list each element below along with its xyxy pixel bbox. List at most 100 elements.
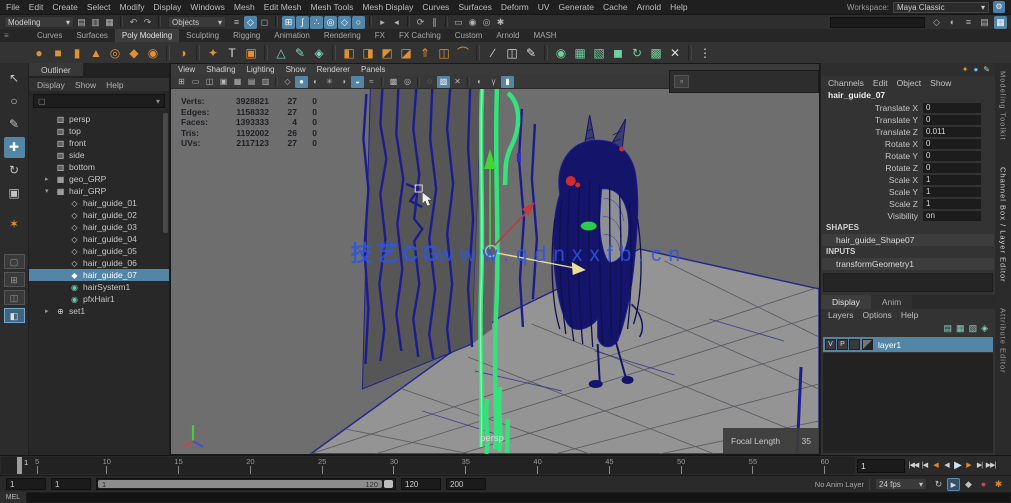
smooth-mesh-icon[interactable]: ◪ xyxy=(397,44,415,62)
field-chart-icon[interactable]: ▦ xyxy=(231,76,244,88)
range-slider-range[interactable]: 1 120 xyxy=(98,480,382,488)
shelf-tab[interactable]: FX xyxy=(368,29,392,42)
menu-item[interactable]: Generate xyxy=(559,2,594,12)
viewport-toolbar-icon[interactable] xyxy=(381,77,384,87)
shelf-collapse-icon[interactable]: ≡ xyxy=(4,31,9,40)
undo-icon[interactable]: ↶ xyxy=(127,16,140,29)
booleans-icon[interactable]: ◧ xyxy=(340,44,358,62)
extrude-icon[interactable]: ⇑ xyxy=(416,44,434,62)
timeline-tick[interactable]: 40 xyxy=(533,457,541,474)
tool-settings-icon[interactable]: ▦ xyxy=(994,16,1007,29)
shelf-icon[interactable] xyxy=(196,45,200,61)
save-scene-icon[interactable]: ▦ xyxy=(103,16,116,29)
xray-icon[interactable]: ▨ xyxy=(437,76,450,88)
poly-cylinder-icon[interactable]: ▮ xyxy=(68,44,86,62)
outliner-tab[interactable]: Outliner xyxy=(29,63,83,76)
new-scene-icon[interactable]: ▤ xyxy=(75,16,88,29)
move-tool-icon[interactable]: ✚ xyxy=(4,137,25,158)
side-tab[interactable]: Attribute Editor xyxy=(999,308,1008,374)
pause-icon[interactable]: ∥ xyxy=(428,16,441,29)
render-settings-icon[interactable]: ✱ xyxy=(494,16,507,29)
paint-select-tool-icon[interactable]: ✎ xyxy=(4,114,25,135)
menu-item[interactable]: File xyxy=(6,2,20,12)
step-forward-frame-button[interactable]: ▶| xyxy=(974,459,985,472)
shadows-icon[interactable]: ◑ xyxy=(337,76,350,88)
type-tool-icon[interactable]: T xyxy=(223,44,241,62)
outliner-scrollbar[interactable] xyxy=(163,113,168,233)
channel-label[interactable]: Visibility xyxy=(887,211,918,221)
layout-outliner-persp-icon[interactable]: ◧ xyxy=(4,308,25,323)
poly-plane-icon[interactable]: ◆ xyxy=(125,44,143,62)
timeline-tick[interactable]: 5 xyxy=(35,457,39,474)
layer-editor-menu-item[interactable]: Options xyxy=(863,310,892,320)
channel-label[interactable]: Scale X xyxy=(889,175,918,185)
outliner-item[interactable]: ▾ ▦ hair_GRP xyxy=(29,185,169,197)
menu-item[interactable]: Arnold xyxy=(637,2,662,12)
menu-item[interactable]: Cache xyxy=(603,2,628,12)
channel-value-field[interactable]: 1 xyxy=(923,199,981,209)
shelf-tab[interactable]: Surfaces xyxy=(69,29,115,42)
step-forward-key-button[interactable]: ▶ xyxy=(963,459,974,472)
layer-editor-menu-item[interactable]: Help xyxy=(901,310,918,320)
viewport-toolbar-icon[interactable] xyxy=(467,77,470,87)
menu-item[interactable]: Surfaces xyxy=(458,2,492,12)
outliner-item[interactable]: ◇ hair_guide_05 xyxy=(29,245,169,257)
channel-value-field[interactable]: 0 xyxy=(923,103,981,113)
snap-to-grid-icon[interactable]: ⊞ xyxy=(282,16,295,29)
outliner-item[interactable]: ◉ hairSystem1 xyxy=(29,281,169,293)
poly-cube-icon[interactable]: ■ xyxy=(49,44,67,62)
timeline-tick[interactable]: 45 xyxy=(605,457,613,474)
menu-item[interactable]: Mesh Display xyxy=(362,2,413,12)
viewport-menu-item[interactable]: Shading xyxy=(206,65,235,74)
anim-layer-label[interactable]: No Anim Layer xyxy=(815,480,864,489)
shelf-icon[interactable] xyxy=(264,45,268,61)
menu-item[interactable]: UV xyxy=(538,2,550,12)
exposure-icon[interactable]: ◐ xyxy=(473,76,486,88)
shelf-tab[interactable]: Rendering xyxy=(317,29,368,42)
resolution-gate-icon[interactable]: ◫ xyxy=(203,76,216,88)
channel-value-field[interactable]: 1 xyxy=(923,187,981,197)
bridge-icon[interactable]: ⌒ xyxy=(454,44,472,62)
lasso-tool-icon[interactable]: ○ xyxy=(4,91,25,112)
outliner-item[interactable]: ◇ hair_guide_04 xyxy=(29,233,169,245)
shelf-icon[interactable] xyxy=(544,45,548,61)
safe-title-icon[interactable]: ▥ xyxy=(259,76,272,88)
menu-item[interactable]: Mesh xyxy=(234,2,255,12)
shelf-icon[interactable] xyxy=(166,45,170,61)
use-all-lights-icon[interactable]: ✳ xyxy=(323,76,336,88)
outliner-item[interactable]: ▥ side xyxy=(29,149,169,161)
range-slider-bar[interactable]: 1 120 xyxy=(96,478,396,490)
step-back-frame-button[interactable]: |◀ xyxy=(919,459,930,472)
grid-icon[interactable]: ⊞ xyxy=(175,76,188,88)
snap-to-projected-center-icon[interactable]: ◎ xyxy=(324,16,337,29)
gamma-icon[interactable]: γ xyxy=(487,76,500,88)
channel-value-field[interactable]: 0 xyxy=(923,163,981,173)
step-back-key-button[interactable]: ◀ xyxy=(930,459,941,472)
sculpt-sphere-icon[interactable]: ◑ xyxy=(174,44,192,62)
timeline-tick[interactable]: 20 xyxy=(246,457,254,474)
shelf-icon[interactable] xyxy=(688,45,692,61)
display-layer-row[interactable]: VP layer1 xyxy=(823,337,993,352)
shelf-icon[interactable] xyxy=(476,45,480,61)
target-weld-icon[interactable]: ◉ xyxy=(552,44,570,62)
channel-box-menu-item[interactable]: Show xyxy=(930,78,951,88)
last-tool-icon[interactable]: ✶ xyxy=(4,214,25,235)
outliner-item[interactable]: ▸ ▦ geo_GRP xyxy=(29,173,169,185)
range-slider-handle[interactable] xyxy=(384,480,393,488)
auto-key-icon[interactable]: ● xyxy=(977,478,990,491)
outliner-item[interactable]: ▥ top xyxy=(29,125,169,137)
selection-mask-select[interactable]: Objects▾ xyxy=(168,16,226,28)
mirror-icon[interactable]: ◫ xyxy=(503,44,521,62)
numeric-input-field[interactable] xyxy=(830,17,925,28)
snap-to-curve-icon[interactable]: ∫ xyxy=(296,16,309,29)
shelf-tab[interactable]: Curves xyxy=(30,29,69,42)
viewport-renderer-badge[interactable]: ▮ xyxy=(501,76,514,88)
wireframe-icon[interactable]: ◇ xyxy=(281,76,294,88)
channel-label[interactable]: Rotate X xyxy=(885,139,918,149)
textured-icon[interactable]: ◐ xyxy=(309,76,322,88)
layer-toggle[interactable]: P xyxy=(837,339,848,350)
poly-torus-icon[interactable]: ◎ xyxy=(106,44,124,62)
playback-speed-select[interactable]: 24 fps▾ xyxy=(875,478,927,490)
timeline-tick[interactable]: 10 xyxy=(103,457,111,474)
svg-tool-icon[interactable]: ▣ xyxy=(242,44,260,62)
